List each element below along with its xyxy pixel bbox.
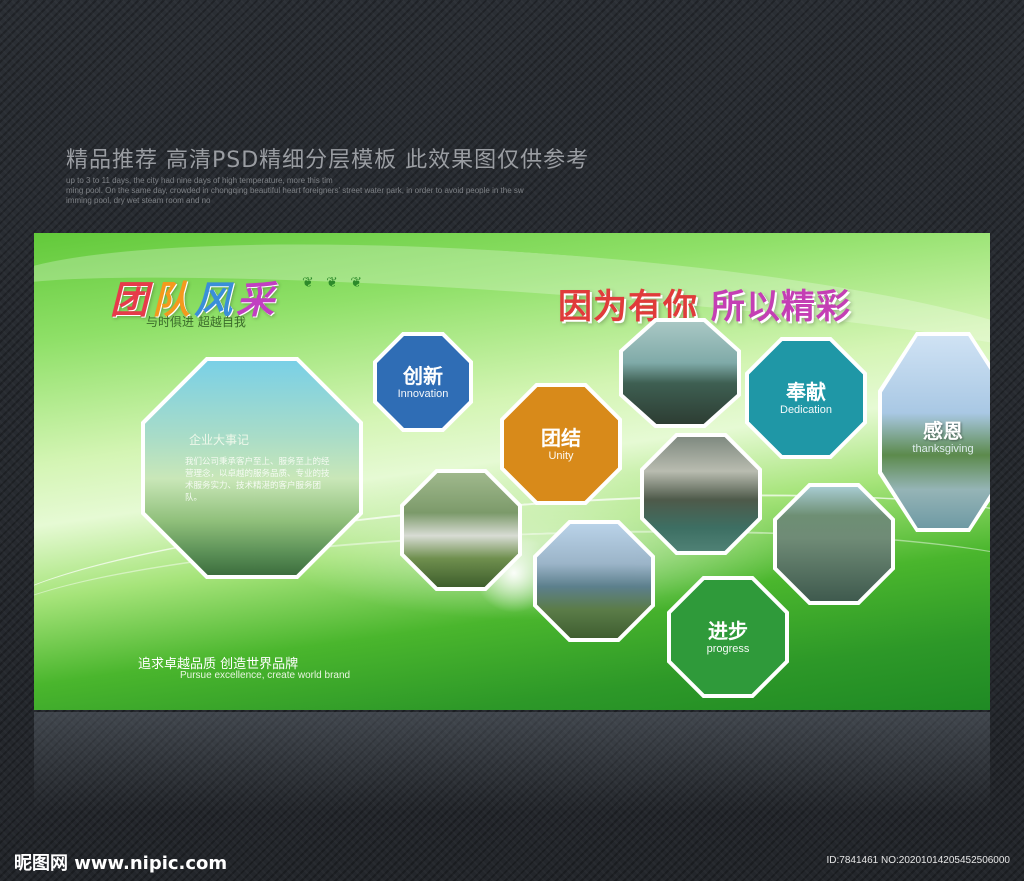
promo-subtext-line: up to 3 to 11 days, the city had nine da…	[66, 176, 333, 185]
team-subtitle: 与时俱进 超越自我	[146, 315, 246, 329]
value-label: 团结	[541, 426, 581, 450]
value-progress: 进步 progress	[667, 576, 789, 698]
value-label-en: Innovation	[397, 388, 449, 400]
promo-title: 精品推荐 高清PSD精细分层模板 此效果图仅供参考	[66, 148, 590, 173]
site-watermark: 昵图网 www.nipic.com	[14, 853, 228, 874]
value-label-en: thanksgiving	[912, 443, 974, 455]
value-innovation: 创新 Innovation	[373, 332, 473, 432]
event-body: 我们公司秉承客户至上、服务至上的经营理念，以卓越的服务品质、专业的技术服务实力、…	[185, 457, 330, 503]
board-reflection	[34, 712, 990, 812]
event-octagon: 企业大事记 我们公司秉承客户至上、服务至上的经营理念，以卓越的服务品质、专业的技…	[141, 357, 363, 579]
event-title: 企业大事记	[189, 433, 250, 447]
slogan-part: 所以精彩	[710, 287, 851, 327]
value-label: 进步	[708, 619, 748, 643]
birds-icon: ❦ ❦ ❦	[302, 275, 367, 291]
photo-lake	[619, 318, 741, 428]
photo-water	[773, 483, 895, 605]
bottom-slogan-en: Pursue excellence, create world brand	[180, 670, 351, 681]
value-label: 创新	[403, 364, 443, 388]
photo-cave	[640, 433, 762, 555]
promo-subtext-line: imming pool, dry wet steam room and no	[66, 196, 211, 205]
image-id: ID:7841461 NO:20201014205452506000	[826, 855, 1011, 866]
value-unity: 团结 Unity	[500, 383, 622, 505]
value-dedication: 奉献 Dedication	[745, 337, 867, 459]
photo-mountains	[533, 520, 655, 642]
value-label: 奉献	[786, 380, 826, 404]
value-label: 感恩	[923, 419, 963, 443]
photo-sculpture	[400, 469, 522, 591]
value-label-en: progress	[706, 643, 750, 655]
value-label-en: Unity	[548, 450, 574, 462]
promo-subtext: up to 3 to 11 days, the city had nine da…	[66, 176, 586, 206]
display-board: 团队风采 ❦ ❦ ❦ 与时俱进 超越自我 因为有你 所以精彩 企业大事记 我们公…	[34, 233, 990, 710]
promo-subtext-line: ming pool. On the same day, crowded in c…	[66, 186, 524, 195]
value-label-en: Dedication	[780, 404, 832, 416]
